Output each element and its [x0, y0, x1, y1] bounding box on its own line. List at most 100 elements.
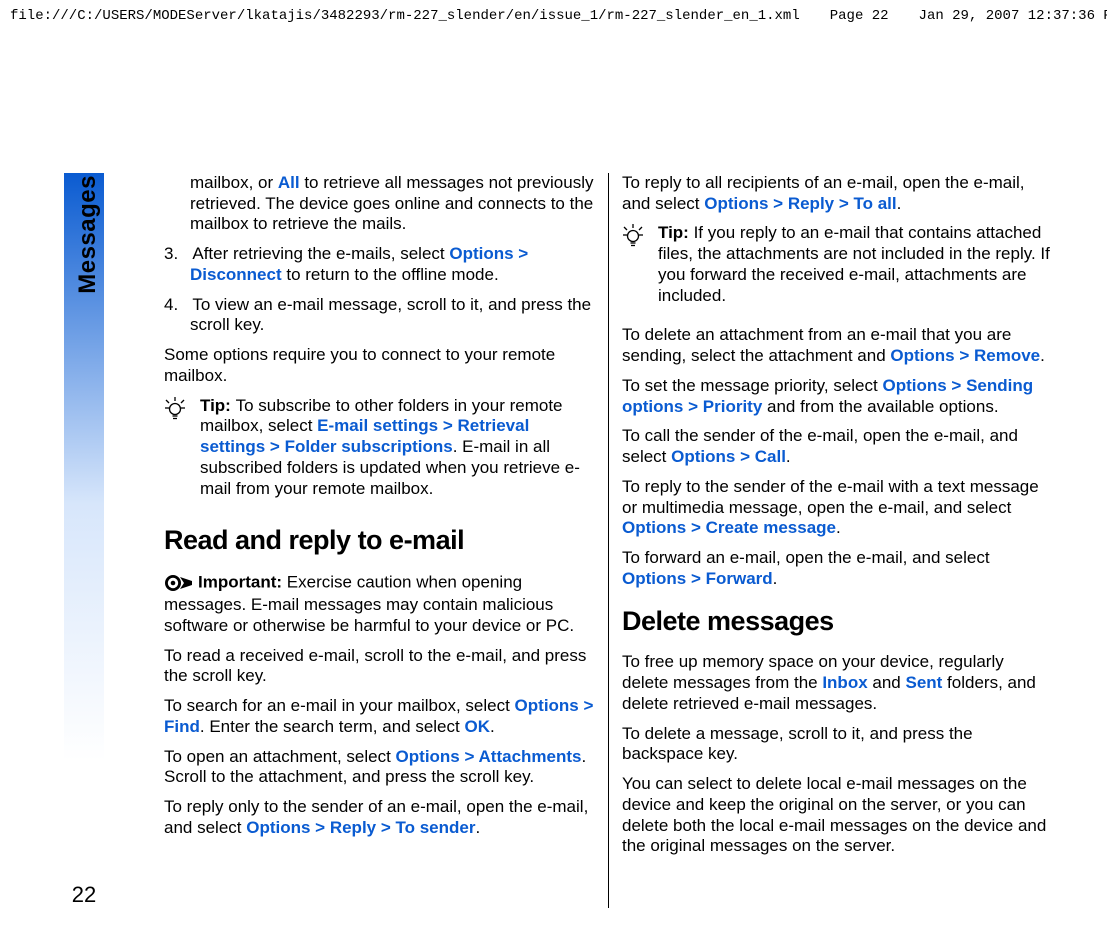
link-options: Options: [396, 747, 460, 766]
paragraph: To search for an e-mail in your mailbox,…: [164, 696, 594, 737]
link-to-sender: To sender: [396, 818, 476, 837]
link-sent: Sent: [905, 673, 942, 692]
text: To reply to the sender of the e-mail wit…: [622, 477, 1039, 517]
link-options: Options: [515, 696, 579, 715]
link-create-message: Create message: [706, 518, 836, 537]
link-remove: Remove: [974, 346, 1040, 365]
text: and from the available options.: [762, 397, 998, 416]
link-attachments: Attachments: [479, 747, 582, 766]
separator-icon: >: [310, 818, 329, 837]
link-folder-subscriptions: Folder subscriptions: [285, 437, 453, 456]
separator-icon: >: [735, 447, 754, 466]
column-2: To reply to all recipients of an e-mail,…: [622, 173, 1052, 908]
paragraph: Tip: To subscribe to other folders in yo…: [200, 396, 594, 500]
header-timestamp: Jan 29, 2007 12:37:36 PM: [919, 8, 1107, 24]
link-find: Find: [164, 717, 200, 736]
separator-icon: >: [686, 518, 705, 537]
text: To set the message priority, select: [622, 376, 882, 395]
side-tab: Messages: [74, 56, 102, 175]
text: To forward an e-mail, open the e-mail, a…: [622, 548, 990, 567]
separator-icon: >: [265, 437, 284, 456]
link-options: Options: [890, 346, 954, 365]
text: .: [897, 194, 902, 213]
tip-block: Tip: To subscribe to other folders in yo…: [164, 396, 594, 509]
link-email-settings: E-mail settings: [317, 416, 438, 435]
header-page: Page 22: [830, 8, 889, 24]
list-number: 4.: [164, 295, 178, 314]
list-item-4: 4. To view an e-mail message, scroll to …: [190, 295, 594, 336]
paragraph: To delete a message, scroll to it, and p…: [622, 724, 1052, 765]
paragraph: To call the sender of the e-mail, open t…: [622, 426, 1052, 467]
separator-icon: >: [768, 194, 787, 213]
important-block: Important: Exercise caution when opening…: [164, 571, 594, 636]
text: To search for an e-mail in your mailbox,…: [164, 696, 515, 715]
columns: mailbox, or All to retrieve all messages…: [164, 173, 1054, 908]
link-options: Options: [449, 244, 513, 263]
paragraph: To read a received e-mail, scroll to the…: [164, 646, 594, 687]
paragraph: You can select to delete local e-mail me…: [622, 774, 1052, 857]
separator-icon: >: [683, 397, 702, 416]
tip-icon: [164, 396, 190, 509]
text: to return to the offline mode.: [282, 265, 499, 284]
link-options: Options: [622, 518, 686, 537]
tip-text: Tip: To subscribe to other folders in yo…: [200, 396, 594, 509]
column-1: mailbox, or All to retrieve all messages…: [164, 173, 594, 908]
link-reply: Reply: [330, 818, 376, 837]
separator-icon: >: [376, 818, 395, 837]
separator-icon: >: [686, 569, 705, 588]
header-path: file:///C:/USERS/MODEServer/lkatajis/348…: [10, 8, 800, 24]
paragraph: To open an attachment, select Options > …: [164, 747, 594, 788]
paragraph: To reply only to the sender of an e-mail…: [164, 797, 594, 838]
heading-delete: Delete messages: [622, 605, 1052, 638]
separator-icon: >: [947, 376, 966, 395]
separator-icon: >: [579, 696, 594, 715]
link-options: Options: [622, 569, 686, 588]
text: and: [868, 673, 906, 692]
link-reply: Reply: [788, 194, 834, 213]
paragraph: To reply to the sender of the e-mail wit…: [622, 477, 1052, 539]
paragraph: Tip: If you reply to an e-mail that cont…: [658, 223, 1052, 306]
tip-text: Tip: If you reply to an e-mail that cont…: [658, 223, 1052, 315]
link-all: All: [278, 173, 300, 192]
separator-icon: >: [514, 244, 529, 263]
important-icon: [164, 571, 194, 595]
link-disconnect: Disconnect: [190, 265, 282, 284]
link-priority: Priority: [703, 397, 763, 416]
side-tab-label: Messages: [74, 175, 102, 294]
separator-icon: >: [438, 416, 457, 435]
page-number: 22: [64, 882, 104, 908]
tip-block: Tip: If you reply to an e-mail that cont…: [622, 223, 1052, 315]
print-header: file:///C:/USERS/MODEServer/lkatajis/348…: [10, 8, 1097, 24]
text: .: [490, 717, 495, 736]
link-forward: Forward: [706, 569, 773, 588]
paragraph: mailbox, or All to retrieve all messages…: [190, 173, 594, 235]
text: mailbox, or: [190, 173, 278, 192]
paragraph: To reply to all recipients of an e-mail,…: [622, 173, 1052, 214]
separator-icon: >: [955, 346, 974, 365]
separator-icon: >: [460, 747, 479, 766]
paragraph: To free up memory space on your device, …: [622, 652, 1052, 714]
text: To view an e-mail message, scroll to it,…: [190, 295, 591, 335]
link-options: Options: [246, 818, 310, 837]
tip-lead: Tip:: [200, 396, 236, 415]
list-item-3: 3. After retrieving the e-mails, select …: [190, 244, 594, 285]
tip-lead: Tip:: [658, 223, 694, 242]
text: .: [773, 569, 778, 588]
paragraph: To set the message priority, select Opti…: [622, 376, 1052, 417]
text: . Enter the search term, and select: [200, 717, 465, 736]
page-content: Messages 22 mailbox, or All to retrieve …: [64, 140, 1064, 920]
text: .: [1040, 346, 1045, 365]
text: To open an attachment, select: [164, 747, 396, 766]
list-number: 3.: [164, 244, 178, 263]
heading-read-reply: Read and reply to e-mail: [164, 524, 594, 557]
separator-icon: >: [834, 194, 853, 213]
text: .: [836, 518, 841, 537]
link-call: Call: [755, 447, 786, 466]
link-options: Options: [882, 376, 946, 395]
link-options: Options: [704, 194, 768, 213]
paragraph: To forward an e-mail, open the e-mail, a…: [622, 548, 1052, 589]
link-options: Options: [671, 447, 735, 466]
paragraph: Some options require you to connect to y…: [164, 345, 594, 386]
text: After retrieving the e-mails, select: [192, 244, 449, 263]
link-to-all: To all: [854, 194, 897, 213]
